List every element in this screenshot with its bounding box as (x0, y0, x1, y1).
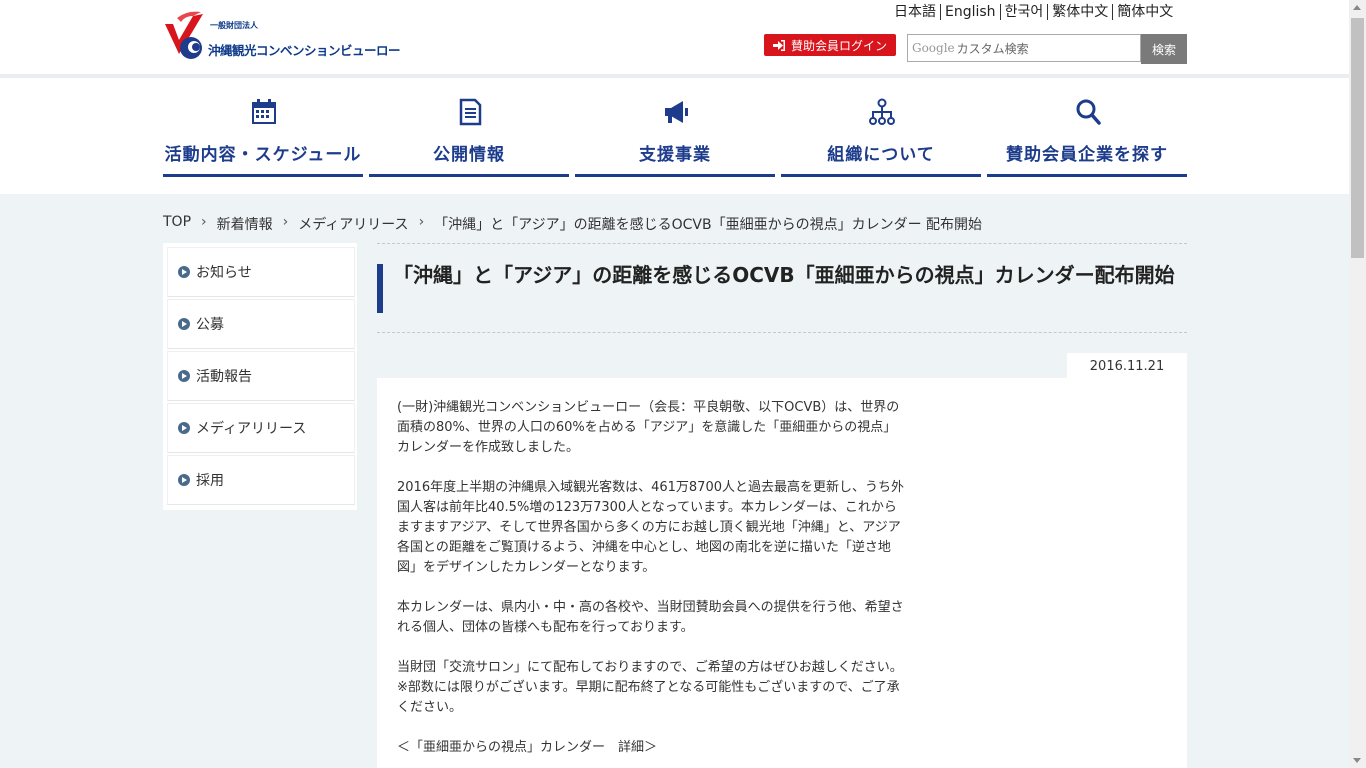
arrow-circle-icon (178, 474, 190, 486)
nav-find-members[interactable]: 賛助会員企業を探す (987, 78, 1187, 177)
sidebar-item-activity-report[interactable]: 活動報告 (167, 351, 355, 401)
logo-mark-icon (165, 11, 203, 59)
login-icon (772, 39, 785, 51)
megaphone-icon (665, 101, 688, 123)
page: 一般財団法人 沖縄観光コンベンションビューロー 日本語 English 한국어 … (0, 0, 1349, 768)
member-login-button[interactable]: 賛助会員ログイン (764, 34, 896, 56)
nav-public-info[interactable]: 公開情報 (369, 78, 569, 177)
nav-organization[interactable]: 組織について (781, 78, 981, 177)
arrow-circle-icon (178, 318, 190, 330)
sidebar-item-media-release[interactable]: メディアリリース (167, 403, 355, 453)
member-login-label: 賛助会員ログイン (790, 38, 887, 53)
logo-subtitle: 一般財団法人 (210, 21, 258, 30)
nav-activities-label: 活動内容・スケジュール (164, 145, 362, 165)
lang-english[interactable]: English (941, 4, 1001, 20)
nav-support-label: 支援事業 (639, 145, 711, 165)
chevron-right-icon: › (282, 214, 289, 230)
article-paragraph: (一財)沖縄観光コンベンションビューロー（会長：平良朝敬、以下OCVB）は、世界… (397, 400, 900, 455)
sidebar-item-label: お知らせ (196, 265, 252, 281)
sidebar-item-label: メディアリリース (196, 421, 307, 437)
breadcrumb-top[interactable]: TOP (163, 214, 191, 234)
breadcrumb-news[interactable]: 新着情報 (217, 214, 273, 234)
nav-activities[interactable]: 活動内容・スケジュール (163, 78, 363, 177)
search-button[interactable]: 検索 (1141, 34, 1187, 64)
divider (377, 243, 1187, 244)
article-note: ※部数には限りがございます。早期に配布終了となる可能性もございますので、ご了承く… (397, 680, 900, 715)
sidebar: お知らせ 公募 活動報告 メディアリリース 採用 (163, 243, 357, 510)
nav-public-info-label: 公開情報 (433, 145, 505, 165)
language-switcher: 日本語 English 한국어 繁体中文 簡体中文 (890, 4, 1177, 20)
title-accent (377, 264, 383, 313)
lang-korean[interactable]: 한국어 (1001, 4, 1049, 20)
arrow-circle-icon (178, 266, 190, 278)
main-nav: 活動内容・スケジュール 公開情報 支援事業 組織について 賛助会員企業を探す (163, 78, 1187, 178)
nav-find-members-label: 賛助会員企業を探す (1006, 145, 1168, 165)
article-section-heading: ＜「亜細亜からの視点」カレンダー 詳細＞ (397, 740, 658, 755)
chevron-right-icon: › (418, 214, 425, 230)
sidebar-item-news[interactable]: お知らせ (167, 247, 355, 297)
scroll-down-icon[interactable] (1353, 758, 1361, 763)
breadcrumb-media-release[interactable]: メディアリリース (298, 214, 408, 234)
header: 一般財団法人 沖縄観光コンベンションビューロー 日本語 English 한국어 … (0, 0, 1349, 74)
lang-traditional-chinese[interactable]: 繁体中文 (1048, 4, 1114, 20)
nav-organization-label: 組織について (827, 145, 935, 165)
article-paragraph: 本カレンダーは、県内小・中・高の各校や、当財団賛助会員への提供を行う他、希望され… (397, 600, 904, 635)
document-icon (459, 98, 482, 126)
calendar-icon (252, 99, 276, 124)
nav-support[interactable]: 支援事業 (575, 78, 775, 177)
sidebar-item-label: 採用 (196, 473, 224, 489)
search-placeholder: カスタム検索 (956, 41, 1029, 56)
scroll-up-icon[interactable] (1353, 5, 1361, 10)
article-title: 「沖縄」と「アジア」の距離を感じるOCVB「亜細亜からの視点」カレンダー配布開始 (393, 263, 1175, 287)
breadcrumb-current: 「沖縄」と「アジア」の距離を感じるOCVB「亜細亜からの視点」カレンダー 配布開… (434, 217, 983, 233)
lang-simplified-chinese[interactable]: 簡体中文 (1113, 4, 1177, 20)
arrow-circle-icon (178, 370, 190, 382)
sidebar-item-label: 活動報告 (196, 369, 252, 385)
logo-title: 沖縄観光コンベンションビューロー (208, 43, 401, 58)
sidebar-item-recruitment-notice[interactable]: 公募 (167, 299, 355, 349)
org-chart-icon (869, 98, 895, 125)
chevron-right-icon: › (201, 214, 207, 230)
lang-japanese[interactable]: 日本語 (890, 4, 941, 20)
google-logo: Google (912, 41, 955, 55)
sidebar-item-label: 公募 (196, 317, 224, 333)
scroll-thumb[interactable] (1351, 18, 1364, 258)
arrow-circle-icon (178, 422, 190, 434)
page-scrollbar[interactable] (1349, 0, 1366, 768)
article-paragraph: 当財団「交流サロン」にて配布しておりますので、ご希望の方はぜひお越しください。 (397, 660, 903, 675)
logo[interactable]: 一般財団法人 沖縄観光コンベンションビューロー (163, 10, 401, 62)
article-body: (一財)沖縄観光コンベンションビューロー（会長：平良朝敬、以下OCVB）は、世界… (377, 378, 1187, 768)
search-input[interactable]: Google カスタム検索 (907, 34, 1141, 62)
article-paragraph: 2016年度上半期の沖縄県入域観光客数は、461万8700人と過去最高を更新し、… (397, 480, 904, 575)
breadcrumb: TOP › 新着情報 › メディアリリース › 「沖縄」と「アジア」の距離を感じ… (163, 214, 982, 234)
sidebar-item-careers[interactable]: 採用 (167, 455, 355, 505)
search-icon (1076, 99, 1101, 125)
divider (377, 332, 1187, 333)
article-date: 2016.11.21 (1067, 353, 1187, 379)
